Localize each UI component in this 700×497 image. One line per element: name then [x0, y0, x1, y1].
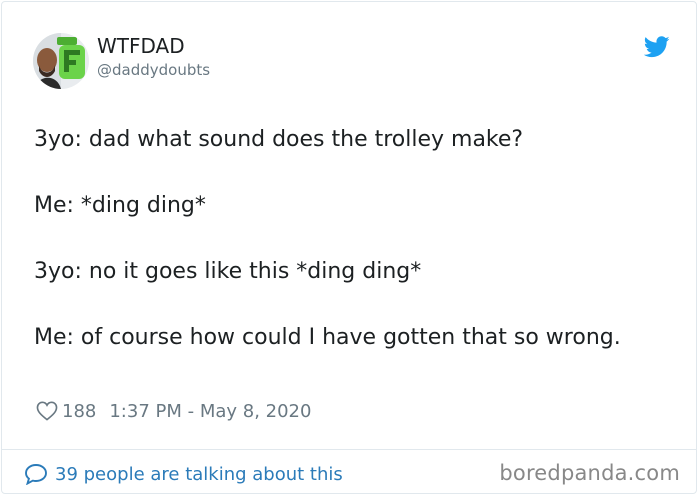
conversation-label[interactable]: 39 people are talking about this — [55, 464, 343, 485]
author-display-name[interactable]: WTFDAD — [97, 34, 185, 58]
tweet-paragraph: Me: of course how could I have gotten th… — [34, 325, 621, 350]
avatar-image — [33, 33, 89, 89]
footer-divider — [2, 449, 696, 450]
avatar[interactable] — [33, 33, 89, 89]
tweet-timestamp[interactable]: 1:37 PM - May 8, 2020 — [109, 401, 311, 422]
author-handle[interactable]: @daddydoubts — [97, 61, 210, 79]
speech-bubble-icon — [25, 464, 47, 485]
tweet-card: WTFDAD @daddydoubts 3yo: dad what sound … — [1, 1, 697, 494]
twitter-bird-icon[interactable] — [644, 36, 670, 58]
boredpanda-watermark: boredpanda.com — [499, 461, 680, 485]
tweet-paragraph: 3yo: dad what sound does the trolley mak… — [34, 127, 524, 152]
tweet-meta: 188 1:37 PM - May 8, 2020 — [36, 399, 311, 423]
conversation-link[interactable]: 39 people are talking about this — [24, 461, 343, 487]
tweet-text: 3yo: dad what sound does the trolley mak… — [34, 123, 654, 354]
like-count[interactable]: 188 — [62, 401, 96, 422]
heart-icon[interactable] — [36, 401, 58, 421]
tweet-paragraph: 3yo: no it goes like this *ding ding* — [34, 259, 422, 284]
tweet-paragraph: Me: *ding ding* — [34, 193, 206, 218]
